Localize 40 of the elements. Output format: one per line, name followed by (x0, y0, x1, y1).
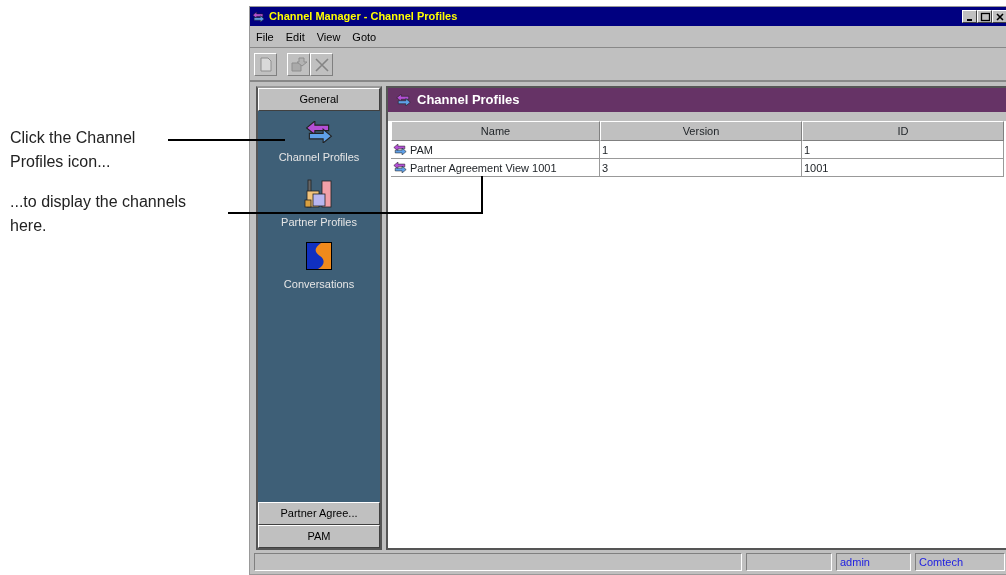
status-text: Comtech (915, 553, 1005, 571)
menu-item[interactable]: View (316, 29, 341, 44)
folder-icon (289, 55, 308, 74)
table-cell-text: 1 (602, 142, 609, 158)
minimize-button[interactable] (962, 10, 977, 23)
swap-arrows-icon (393, 144, 407, 155)
table-cell-text: 1 (804, 142, 811, 158)
column-header[interactable]: ID (802, 121, 1004, 141)
section-button[interactable]: General (258, 88, 380, 111)
s-logo-icon (306, 242, 332, 270)
annotation-text: ...to display the channels here. (10, 192, 188, 236)
menu-item[interactable]: Goto (352, 29, 377, 44)
maximize-icon (980, 12, 990, 21)
menu-item[interactable]: File (256, 29, 274, 44)
section-button[interactable]: Partner Agree... (258, 502, 380, 525)
table-cell-text: Partner Agreement View 1001 (410, 160, 557, 176)
cross-icon (312, 55, 331, 74)
sidebar-item-label[interactable]: Conversations (283, 276, 355, 293)
panel-title: Channel Profiles (417, 91, 520, 110)
swap-arrows-icon (252, 11, 265, 22)
maximize-button[interactable] (977, 10, 992, 23)
close-icon (995, 12, 1004, 21)
table-cell-text: PAM (410, 142, 434, 158)
swap-arrows-icon (393, 162, 407, 173)
close-button[interactable] (992, 10, 1006, 23)
annotation-text: Click the Channel Profiles icon... (10, 128, 137, 172)
minimize-icon (965, 18, 973, 21)
status-text: admin (836, 553, 911, 571)
swap-arrows-icon (396, 94, 411, 106)
section-button[interactable]: PAM (258, 525, 380, 548)
swap-arrows-icon (305, 121, 333, 143)
column-header[interactable]: Name (391, 121, 600, 141)
table-cell-text: 1001 (804, 160, 829, 176)
window-title: Channel Manager - Channel Profiles (269, 9, 458, 25)
column-header[interactable]: Version (600, 121, 802, 141)
buildings-icon (304, 177, 334, 208)
sidebar-item-label[interactable]: Partner Profiles (281, 213, 357, 230)
menu-item[interactable]: Edit (285, 29, 305, 44)
sidebar-item-label[interactable]: Channel Profiles (278, 149, 360, 166)
table-cell-text: 3 (602, 160, 609, 176)
